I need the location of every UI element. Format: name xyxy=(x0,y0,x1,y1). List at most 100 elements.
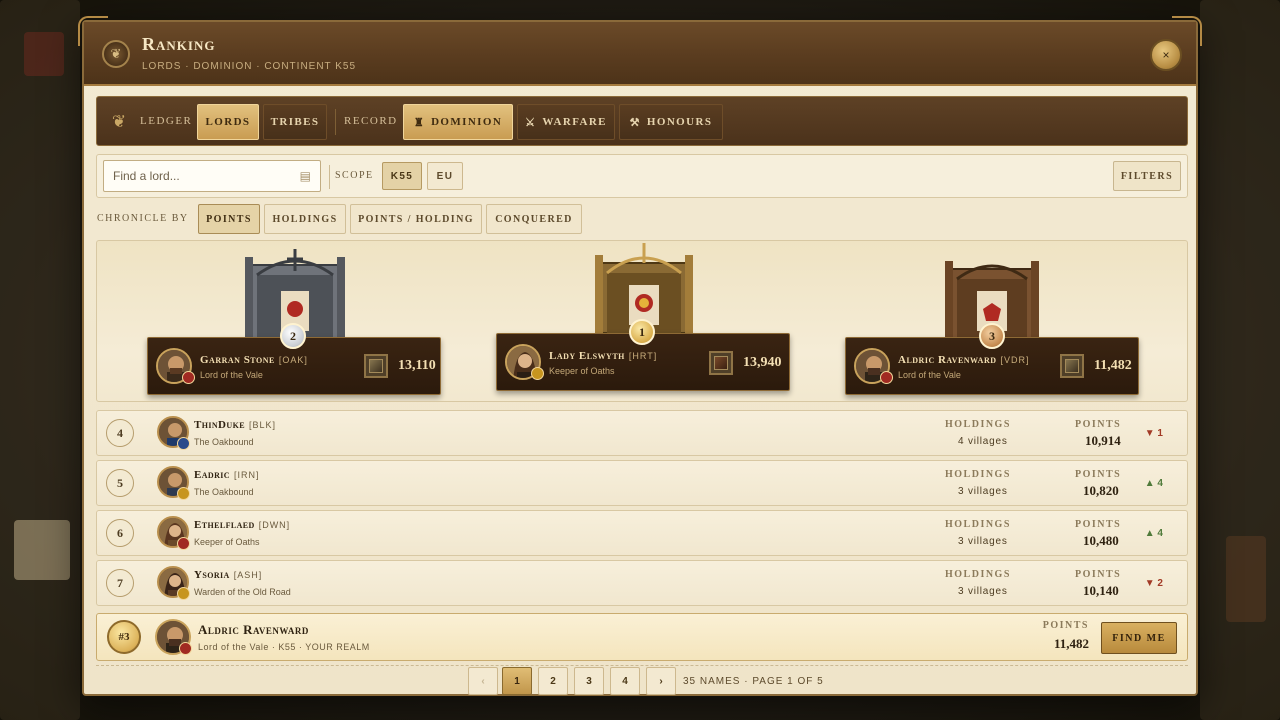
tab-label: HONOURS xyxy=(646,116,713,128)
tab-label: LORDS xyxy=(205,116,251,128)
holdings-value: 3 villages xyxy=(958,486,1008,497)
holdings-header: HOLDINGS xyxy=(945,519,1011,530)
holding-badge-icon xyxy=(364,354,388,378)
points-value: 10,820 xyxy=(1083,483,1119,498)
rank-number: 7 xyxy=(106,569,134,597)
ornament-corner xyxy=(78,16,108,46)
tab-honours[interactable]: ⚒ HONOURS xyxy=(619,104,723,140)
lord-name: ThinDuke [BLK] xyxy=(194,419,276,431)
prev-page-button[interactable]: ‹ xyxy=(468,667,498,695)
lord-title: Lord of the Vale xyxy=(200,370,263,380)
table-row[interactable]: 4 ThinDuke [BLK] The Oakbound HOLDINGS 4 … xyxy=(96,410,1188,456)
sort-holdings[interactable]: HOLDINGS xyxy=(264,204,346,234)
points-value: 10,480 xyxy=(1083,533,1119,548)
sort-points[interactable]: POINTS xyxy=(198,204,260,234)
close-button[interactable]: × xyxy=(1150,39,1182,71)
filters-button[interactable]: FILTERS xyxy=(1113,161,1181,191)
crest-icon xyxy=(182,371,195,384)
lord-title: Lord of the Vale xyxy=(898,370,961,380)
holdings-header: HOLDINGS xyxy=(945,419,1011,430)
lord-title: Warden of the Old Road xyxy=(194,587,291,597)
tab-tribes[interactable]: TRIBES xyxy=(263,104,327,140)
filter-bar: ▤ SCOPE K55 EU FILTERS xyxy=(96,154,1188,198)
crest-icon xyxy=(177,437,190,450)
map-search-icon: ▤ xyxy=(299,169,311,183)
page-3-button[interactable]: 3 xyxy=(574,667,604,695)
crossed-swords-icon: ⚔ xyxy=(525,116,537,129)
your-subtitle: Lord of the Vale · K55 · YOUR REALM xyxy=(198,642,370,652)
rank-medal-silver: 2 xyxy=(280,323,306,349)
lord-points: 13,110 xyxy=(398,358,436,373)
lord-points: 13,940 xyxy=(743,355,782,370)
your-rank-row: #3 Aldric Ravenward Lord of the Vale · K… xyxy=(96,613,1188,661)
tab-label: TRIBES xyxy=(270,116,320,128)
category-tab-bar: ❦ LEDGER LORDS TRIBES RECORD ♜ DOMINION … xyxy=(96,96,1188,146)
rank-change: ▼ 1 xyxy=(1144,428,1163,439)
chronicle-label: CHRONICLE BY xyxy=(97,213,189,224)
your-rank-badge: #3 xyxy=(107,620,141,654)
points-value: 10,140 xyxy=(1083,583,1119,598)
divider xyxy=(96,665,1188,666)
page-1-button[interactable]: 1 xyxy=(502,667,532,695)
crest-icon xyxy=(179,642,192,655)
lord-name: Aldric Ravenward [VDR] xyxy=(898,354,1030,366)
your-points: 11,482 xyxy=(1053,636,1089,651)
search-field[interactable]: ▤ xyxy=(103,160,321,192)
ranking-window: ❦ Ranking LORDS · DOMINION · CONTINENT K… xyxy=(78,16,1202,696)
tab-dominion[interactable]: ♜ DOMINION xyxy=(403,104,513,140)
find-me-button[interactable]: FIND ME xyxy=(1101,622,1177,654)
scope-k55[interactable]: K55 xyxy=(382,162,422,190)
holdings-header: HOLDINGS xyxy=(945,469,1011,480)
your-name: Aldric Ravenward xyxy=(198,622,309,637)
podium: Garran Stone [OAK] Lord of the Vale 13,11… xyxy=(96,240,1188,402)
holdings-value: 3 villages xyxy=(958,586,1008,597)
lord-name: Ysoria [ASH] xyxy=(194,569,263,581)
points-header: POINTS xyxy=(1075,569,1122,580)
holding-badge-icon xyxy=(709,351,733,375)
points-header: POINTS xyxy=(1075,469,1122,480)
lord-name: Garran Stone [OAK] xyxy=(200,354,308,366)
pagination-info: 35 NAMES · PAGE 1 OF 5 xyxy=(683,676,824,687)
lord-points: 11,482 xyxy=(1094,358,1132,373)
lord-title: The Oakbound xyxy=(194,437,254,447)
points-value: 10,914 xyxy=(1085,433,1121,448)
page-2-button[interactable]: 2 xyxy=(538,667,568,695)
rank-change: ▲ 4 xyxy=(1144,478,1163,489)
page-4-button[interactable]: 4 xyxy=(610,667,640,695)
holding-badge-icon xyxy=(1060,354,1084,378)
record-label: RECORD xyxy=(344,115,398,127)
lord-title: Keeper of Oaths xyxy=(549,366,615,376)
rank-medal-gold: 1 xyxy=(629,319,655,345)
tab-lords[interactable]: LORDS xyxy=(197,104,259,140)
lord-name: Eadric [IRN] xyxy=(194,469,260,481)
rank-change: ▼ 2 xyxy=(1144,578,1163,589)
scope-label: SCOPE xyxy=(335,170,374,181)
lord-title: Keeper of Oaths xyxy=(194,537,260,547)
ledger-label: LEDGER xyxy=(140,115,193,127)
laurel-emblem-icon: ❦ xyxy=(102,40,130,68)
holdings-header: HOLDINGS xyxy=(945,569,1011,580)
rank-medal-bronze: 3 xyxy=(979,323,1005,349)
laurel-icon: ❦ xyxy=(111,112,127,131)
window-title: Ranking xyxy=(142,34,216,54)
tab-warfare[interactable]: ⚔ WARFARE xyxy=(517,104,615,140)
points-header: POINTS xyxy=(1042,620,1089,631)
hammer-icon: ⚒ xyxy=(629,116,641,129)
table-row[interactable]: 5 Eadric [IRN] The Oakbound HOLDINGS 3 vi… xyxy=(96,460,1188,506)
scope-eu[interactable]: EU xyxy=(427,162,463,190)
search-input[interactable] xyxy=(113,169,293,183)
crest-icon xyxy=(880,371,893,384)
crest-icon xyxy=(177,537,190,550)
next-page-button[interactable]: › xyxy=(646,667,676,695)
tab-label: DOMINION xyxy=(431,116,503,128)
lord-name: Lady Elswyth [HRT] xyxy=(549,350,658,362)
table-row[interactable]: 6 Ethelflaed [DWN] Keeper of Oaths HOLDIN… xyxy=(96,510,1188,556)
table-row[interactable]: 7 Ysoria [ASH] Warden of the Old Road HOL… xyxy=(96,560,1188,606)
sort-points-per-holding[interactable]: POINTS / HOLDING xyxy=(350,204,482,234)
tab-label: WARFARE xyxy=(542,116,607,128)
holdings-value: 3 villages xyxy=(958,536,1008,547)
ornament-corner xyxy=(1172,16,1202,46)
rank-number: 6 xyxy=(106,519,134,547)
points-header: POINTS xyxy=(1075,519,1122,530)
sort-conquered[interactable]: CONQUERED xyxy=(486,204,582,234)
